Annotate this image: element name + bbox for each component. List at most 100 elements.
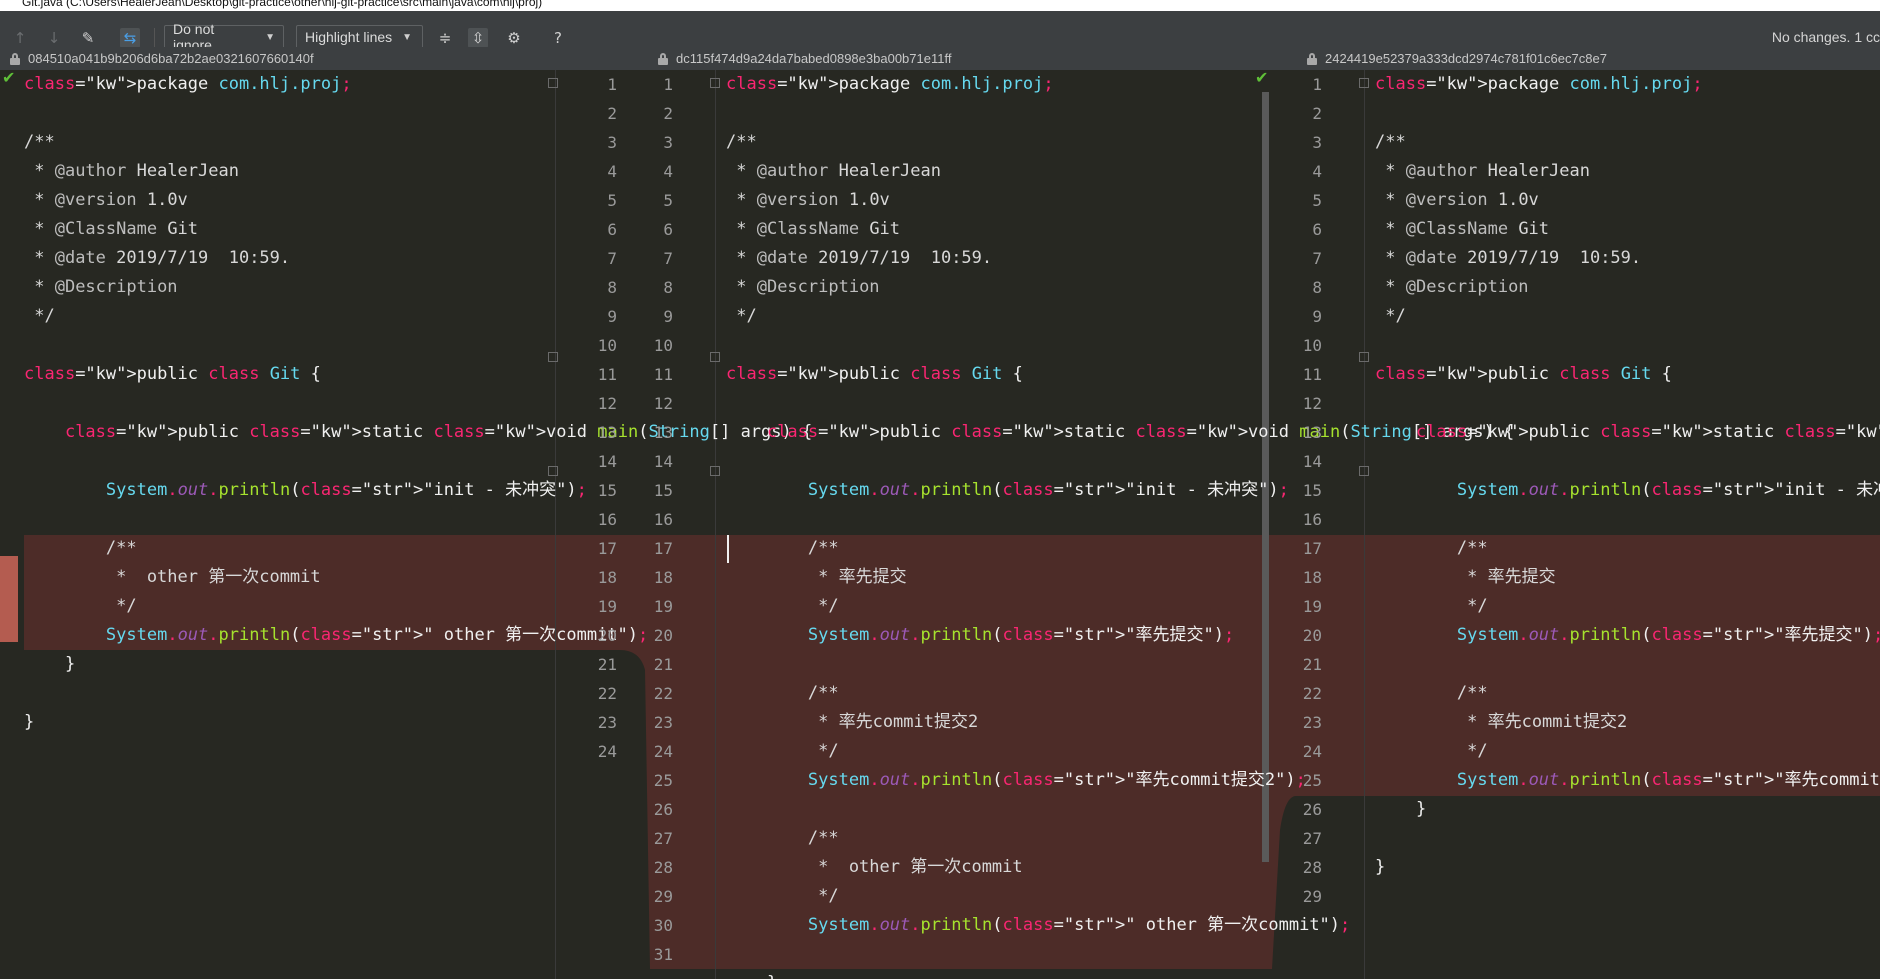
line-number: 8: [663, 278, 673, 297]
line-number: 22: [653, 684, 673, 703]
conflict-highlights: [24, 535, 1880, 969]
line-number: 4: [607, 162, 617, 181]
right-revision-header: 2424419e52379a333dcd2974c781f01c6ec7c8e7: [1307, 51, 1607, 66]
code-line[interactable]: */: [1375, 302, 1405, 331]
code-line[interactable]: * 率先提交: [1375, 563, 1555, 592]
fold-marker-icon[interactable]: [1359, 466, 1369, 476]
code-line[interactable]: /**: [24, 128, 55, 157]
line-number: 25: [1302, 771, 1322, 790]
code-line[interactable]: */: [726, 737, 838, 766]
code-line[interactable]: * @ClassName Git: [726, 215, 900, 244]
code-line[interactable]: class="kw">public class Git {: [1375, 360, 1672, 389]
code-line[interactable]: class="kw">public class="kw">static clas…: [1375, 418, 1880, 447]
code-line[interactable]: * @version 1.0v: [726, 186, 890, 215]
text-caret: [727, 535, 729, 563]
code-line[interactable]: System.out.println(class="str">" other 第…: [24, 621, 648, 650]
code-line[interactable]: System.out.println(class="str">"率先提交");: [726, 621, 1234, 650]
code-line[interactable]: /**: [726, 128, 757, 157]
code-line[interactable]: * @date 2019/7/19 10:59.: [24, 244, 290, 273]
code-line[interactable]: /**: [1375, 679, 1488, 708]
code-line[interactable]: */: [726, 302, 756, 331]
collapse-unchanged-icon[interactable]: ≑: [435, 28, 455, 48]
code-line[interactable]: */: [726, 592, 838, 621]
code-line[interactable]: */: [726, 882, 838, 911]
code-line[interactable]: * 率先提交: [726, 563, 906, 592]
code-line[interactable]: }: [1375, 853, 1385, 882]
code-line[interactable]: /**: [726, 534, 839, 563]
code-line[interactable]: System.out.println(class="str">"率先提交");: [1375, 621, 1880, 650]
previous-difference-icon[interactable]: ↑: [10, 28, 30, 48]
code-line[interactable]: * @date 2019/7/19 10:59.: [726, 244, 992, 273]
line-number: 18: [597, 568, 617, 587]
code-line[interactable]: * @Description: [726, 273, 879, 302]
code-line[interactable]: * 率先commit提交2: [1375, 708, 1627, 737]
code-line[interactable]: class="kw">public class Git {: [24, 360, 321, 389]
fold-marker-icon[interactable]: [710, 78, 720, 88]
gear-icon[interactable]: ⚙: [504, 28, 524, 48]
code-line[interactable]: /**: [726, 679, 839, 708]
code-line[interactable]: */: [1375, 592, 1487, 621]
code-line[interactable]: class="kw">package com.hlj.proj;: [24, 70, 352, 99]
code-line[interactable]: * @date 2019/7/19 10:59.: [1375, 244, 1641, 273]
code-line[interactable]: class="kw">package com.hlj.proj;: [726, 70, 1054, 99]
code-line[interactable]: }: [1375, 795, 1426, 824]
line-number: 2: [1312, 104, 1322, 123]
line-number: 16: [597, 510, 617, 529]
fold-marker-icon[interactable]: [1359, 78, 1369, 88]
code-line[interactable]: * 率先commit提交2: [726, 708, 978, 737]
line-number: 18: [653, 568, 673, 587]
code-line[interactable]: System.out.println(class="str">" other 第…: [726, 911, 1350, 940]
code-line[interactable]: System.out.println(class="str">"init - 未…: [24, 476, 587, 505]
code-line[interactable]: * @ClassName Git: [24, 215, 198, 244]
code-line[interactable]: * @author HealerJean: [726, 157, 941, 186]
line-number: 22: [1302, 684, 1322, 703]
code-line[interactable]: * other 第一次commit: [726, 853, 1023, 882]
line-number: 15: [653, 481, 673, 500]
code-line[interactable]: /**: [24, 534, 137, 563]
line-number: 26: [653, 800, 673, 819]
code-line[interactable]: */: [24, 302, 54, 331]
line-number: 1: [663, 75, 673, 94]
fold-marker-icon[interactable]: [710, 466, 720, 476]
line-number: 10: [653, 336, 673, 355]
left-checkmark-icon: ✔: [2, 70, 16, 87]
code-line[interactable]: System.out.println(class="str">"init - 未…: [1375, 476, 1880, 505]
code-line[interactable]: }: [24, 650, 75, 679]
code-line[interactable]: * @version 1.0v: [24, 186, 188, 215]
code-line[interactable]: System.out.println(class="str">"init - 未…: [726, 476, 1289, 505]
code-line[interactable]: */: [24, 592, 136, 621]
code-line[interactable]: System.out.println(class="str">"率先commit…: [1375, 766, 1880, 795]
code-line[interactable]: * @version 1.0v: [1375, 186, 1539, 215]
code-line[interactable]: class="kw">public class="kw">static clas…: [24, 418, 812, 447]
synchronize-scrolling-icon[interactable]: ⇳: [468, 28, 488, 48]
highlight-mode-dropdown[interactable]: Highlight lines ▼: [296, 25, 423, 49]
ignore-whitespace-dropdown[interactable]: Do not ignore ▼: [164, 21, 284, 53]
code-line[interactable]: * @ClassName Git: [1375, 215, 1549, 244]
code-line[interactable]: }: [24, 708, 34, 737]
code-line[interactable]: * @Description: [1375, 273, 1528, 302]
code-line[interactable]: * @author HealerJean: [24, 157, 239, 186]
fold-marker-icon[interactable]: [548, 352, 558, 362]
code-line[interactable]: class="kw">package com.hlj.proj;: [1375, 70, 1703, 99]
code-line[interactable]: * @Description: [24, 273, 177, 302]
edit-source-icon[interactable]: ✎: [78, 28, 98, 48]
code-line[interactable]: }: [726, 969, 777, 979]
fold-marker-icon[interactable]: [548, 78, 558, 88]
code-line[interactable]: /**: [726, 824, 839, 853]
line-number: 1: [1312, 75, 1322, 94]
code-line[interactable]: class="kw">public class Git {: [726, 360, 1023, 389]
fold-marker-icon[interactable]: [548, 466, 558, 476]
code-line[interactable]: /**: [1375, 128, 1406, 157]
line-number: 20: [653, 626, 673, 645]
compare-icon[interactable]: ⇆: [120, 28, 140, 48]
code-line[interactable]: * @author HealerJean: [1375, 157, 1590, 186]
code-line[interactable]: System.out.println(class="str">"率先commit…: [726, 766, 1306, 795]
help-icon[interactable]: ?: [548, 28, 568, 48]
code-line[interactable]: /**: [1375, 534, 1488, 563]
fold-marker-icon[interactable]: [1359, 352, 1369, 362]
code-line[interactable]: */: [1375, 737, 1487, 766]
code-line[interactable]: * other 第一次commit: [24, 563, 321, 592]
fold-marker-icon[interactable]: [710, 352, 720, 362]
line-number: 11: [597, 365, 617, 384]
next-difference-icon[interactable]: ↓: [44, 28, 64, 48]
